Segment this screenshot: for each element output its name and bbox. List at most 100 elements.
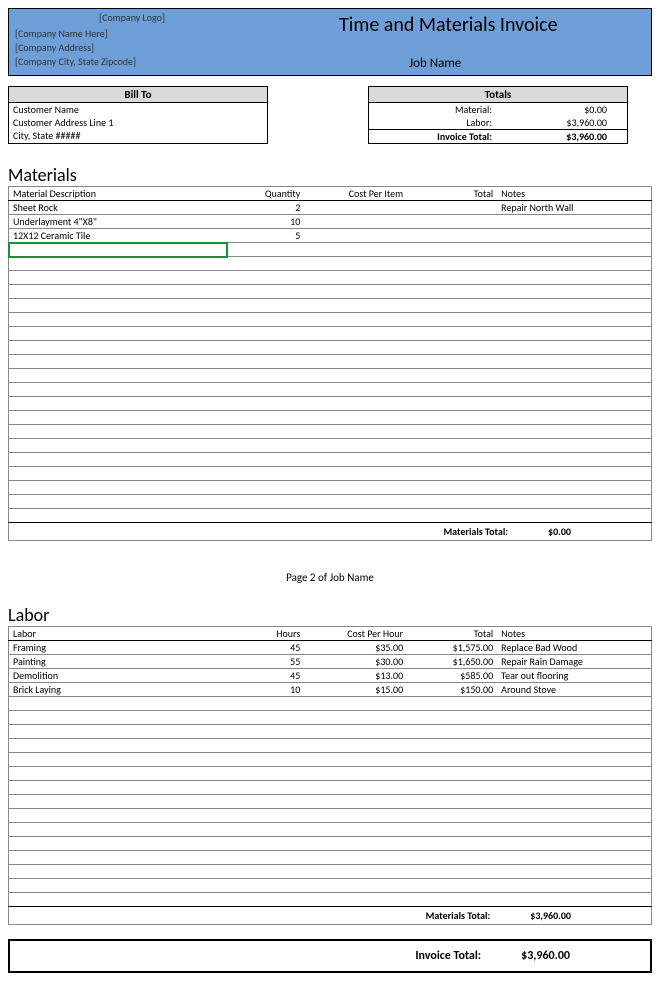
cell-total[interactable] xyxy=(407,697,497,711)
cell-total[interactable] xyxy=(407,739,497,753)
table-row[interactable] xyxy=(9,467,652,481)
cell-cost[interactable] xyxy=(304,313,407,327)
table-row[interactable] xyxy=(9,411,652,425)
cell-desc[interactable]: Underlayment 4"X8" xyxy=(9,215,228,229)
cell-total[interactable] xyxy=(407,355,497,369)
cell-qty[interactable] xyxy=(227,271,304,285)
cell-cost[interactable] xyxy=(304,739,407,753)
cell-desc[interactable] xyxy=(9,753,228,767)
cell-desc[interactable] xyxy=(9,243,228,257)
cell-desc[interactable] xyxy=(9,893,228,907)
cell-qty[interactable] xyxy=(227,893,304,907)
cell-notes[interactable] xyxy=(497,781,651,795)
cell-cost[interactable] xyxy=(304,425,407,439)
table-row[interactable]: Underlayment 4"X8"10 xyxy=(9,215,652,229)
cell-desc[interactable] xyxy=(9,851,228,865)
cell-qty[interactable] xyxy=(227,837,304,851)
table-row[interactable] xyxy=(9,481,652,495)
cell-notes[interactable] xyxy=(497,229,651,243)
table-row[interactable] xyxy=(9,753,652,767)
cell-qty[interactable]: 2 xyxy=(227,201,304,215)
cell-qty[interactable] xyxy=(227,509,304,523)
table-row[interactable] xyxy=(9,271,652,285)
cell-desc[interactable] xyxy=(9,495,228,509)
cell-desc[interactable] xyxy=(9,299,228,313)
cell-notes[interactable] xyxy=(497,383,651,397)
cell-desc[interactable] xyxy=(9,481,228,495)
cell-qty[interactable]: 10 xyxy=(227,683,304,697)
cell-total[interactable] xyxy=(407,781,497,795)
cell-desc[interactable] xyxy=(9,425,228,439)
cell-desc[interactable] xyxy=(9,509,228,523)
cell-cost[interactable] xyxy=(304,711,407,725)
table-row[interactable] xyxy=(9,439,652,453)
cell-total[interactable] xyxy=(407,257,497,271)
cell-notes[interactable] xyxy=(497,313,651,327)
cell-notes[interactable] xyxy=(497,369,651,383)
cell-cost[interactable] xyxy=(304,495,407,509)
cell-notes[interactable]: Repair Rain Damage xyxy=(497,655,651,669)
cell-qty[interactable] xyxy=(227,865,304,879)
cell-qty[interactable] xyxy=(227,411,304,425)
cell-total[interactable]: $150.00 xyxy=(407,683,497,697)
cell-total[interactable] xyxy=(407,481,497,495)
cell-notes[interactable] xyxy=(497,795,651,809)
table-row[interactable] xyxy=(9,327,652,341)
table-row[interactable] xyxy=(9,795,652,809)
cell-cost[interactable]: $30.00 xyxy=(304,655,407,669)
cell-cost[interactable]: $13.00 xyxy=(304,669,407,683)
cell-cost[interactable] xyxy=(304,285,407,299)
cell-qty[interactable] xyxy=(227,299,304,313)
cell-notes[interactable]: Around Stove xyxy=(497,683,651,697)
cell-total[interactable] xyxy=(407,285,497,299)
cell-notes[interactable] xyxy=(497,299,651,313)
table-row[interactable]: Framing45$35.00$1,575.00Replace Bad Wood xyxy=(9,641,652,655)
cell-desc[interactable] xyxy=(9,711,228,725)
cell-total[interactable] xyxy=(407,851,497,865)
cell-qty[interactable] xyxy=(227,481,304,495)
cell-qty[interactable]: 55 xyxy=(227,655,304,669)
cell-desc[interactable] xyxy=(9,739,228,753)
cell-desc[interactable] xyxy=(9,453,228,467)
cell-notes[interactable] xyxy=(497,467,651,481)
cell-total[interactable] xyxy=(407,767,497,781)
table-row[interactable] xyxy=(9,879,652,893)
cell-total[interactable] xyxy=(407,215,497,229)
cell-cost[interactable] xyxy=(304,509,407,523)
cell-desc[interactable] xyxy=(9,411,228,425)
cell-notes[interactable] xyxy=(497,739,651,753)
cell-qty[interactable]: 45 xyxy=(227,669,304,683)
cell-cost[interactable] xyxy=(304,439,407,453)
cell-cost[interactable] xyxy=(304,837,407,851)
cell-qty[interactable] xyxy=(227,823,304,837)
cell-desc[interactable] xyxy=(9,397,228,411)
cell-cost[interactable]: $15.00 xyxy=(304,683,407,697)
cell-cost[interactable] xyxy=(304,369,407,383)
cell-notes[interactable] xyxy=(497,285,651,299)
cell-total[interactable] xyxy=(407,453,497,467)
cell-cost[interactable] xyxy=(304,355,407,369)
cell-notes[interactable] xyxy=(497,243,651,257)
cell-qty[interactable] xyxy=(227,397,304,411)
table-row[interactable]: Demolition45$13.00$585.00Tear out floori… xyxy=(9,669,652,683)
cell-notes[interactable]: Replace Bad Wood xyxy=(497,641,651,655)
cell-total[interactable] xyxy=(407,509,497,523)
cell-qty[interactable] xyxy=(227,753,304,767)
cell-desc[interactable] xyxy=(9,439,228,453)
cell-desc[interactable] xyxy=(9,313,228,327)
table-row[interactable] xyxy=(9,495,652,509)
cell-total[interactable] xyxy=(407,201,497,215)
cell-cost[interactable] xyxy=(304,467,407,481)
cell-desc[interactable]: Painting xyxy=(9,655,228,669)
cell-total[interactable] xyxy=(407,271,497,285)
cell-desc[interactable]: Demolition xyxy=(9,669,228,683)
cell-cost[interactable] xyxy=(304,781,407,795)
bill-to-customer[interactable]: Customer Name xyxy=(9,103,267,116)
cell-desc[interactable] xyxy=(9,809,228,823)
cell-cost[interactable] xyxy=(304,383,407,397)
table-row[interactable] xyxy=(9,397,652,411)
cell-qty[interactable] xyxy=(227,369,304,383)
cell-cost[interactable] xyxy=(304,795,407,809)
cell-qty[interactable] xyxy=(227,767,304,781)
cell-desc[interactable] xyxy=(9,781,228,795)
